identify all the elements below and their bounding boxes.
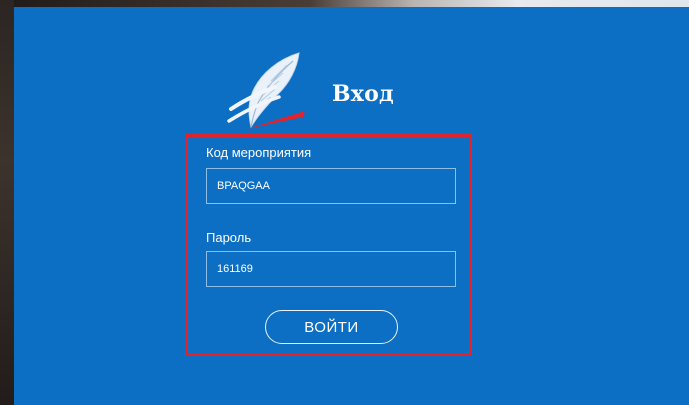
event-code-input[interactable] bbox=[206, 168, 456, 204]
event-code-label: Код мероприятия bbox=[206, 145, 312, 160]
password-label: Пароль bbox=[206, 230, 252, 245]
password-input[interactable] bbox=[206, 251, 456, 287]
login-button[interactable]: ВОЙТИ bbox=[265, 310, 398, 344]
feather-quill-icon bbox=[227, 47, 311, 135]
background-left-edge bbox=[0, 0, 14, 405]
page-title: Вход bbox=[332, 81, 394, 107]
